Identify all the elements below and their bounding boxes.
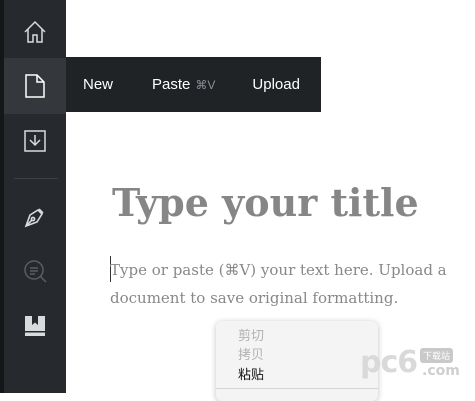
search-document-icon	[22, 258, 48, 284]
sidebar-item-home[interactable]	[4, 4, 66, 60]
menu-item-new-label: New	[83, 76, 114, 93]
context-item-copy[interactable]: 拷贝	[238, 344, 264, 363]
menu-item-upload[interactable]: Upload	[252, 76, 300, 93]
sidebar-divider	[14, 178, 58, 179]
download-icon	[23, 129, 47, 153]
sidebar-item-search[interactable]	[4, 243, 66, 299]
context-item-cut[interactable]: 剪切	[238, 325, 264, 344]
context-menu-separator	[216, 388, 378, 389]
home-icon	[22, 19, 48, 45]
title-input[interactable]: Type your title	[112, 180, 419, 225]
new-document-menu: New Paste ⌘V Upload	[66, 57, 321, 112]
watermark-url: .com	[422, 363, 460, 379]
menu-item-upload-label: Upload	[252, 76, 300, 93]
menu-item-paste-label: Paste	[152, 76, 191, 93]
watermark-badge: 下载站	[420, 348, 454, 363]
sidebar-item-write[interactable]	[4, 189, 66, 245]
sidebar-item-new-document[interactable]	[4, 58, 66, 114]
sidebar	[0, 0, 66, 393]
sidebar-item-download[interactable]	[4, 113, 66, 169]
paste-shortcut: ⌘V	[195, 77, 216, 92]
watermark: pc6 下载站 .com	[360, 345, 465, 385]
pen-nib-icon	[22, 204, 48, 230]
sidebar-item-library[interactable]	[4, 298, 66, 354]
menu-item-paste[interactable]: Paste ⌘V	[152, 76, 215, 93]
bookmark-book-icon	[23, 314, 47, 338]
body-input[interactable]: Type or paste (⌘V) your text here. Uploa…	[110, 256, 470, 312]
context-menu: 剪切 拷贝 粘贴	[216, 321, 378, 401]
menu-item-new[interactable]: New	[83, 76, 113, 93]
watermark-logo: pc6	[360, 345, 418, 380]
context-item-paste[interactable]: 粘贴	[238, 364, 264, 383]
new-document-icon	[24, 73, 46, 99]
